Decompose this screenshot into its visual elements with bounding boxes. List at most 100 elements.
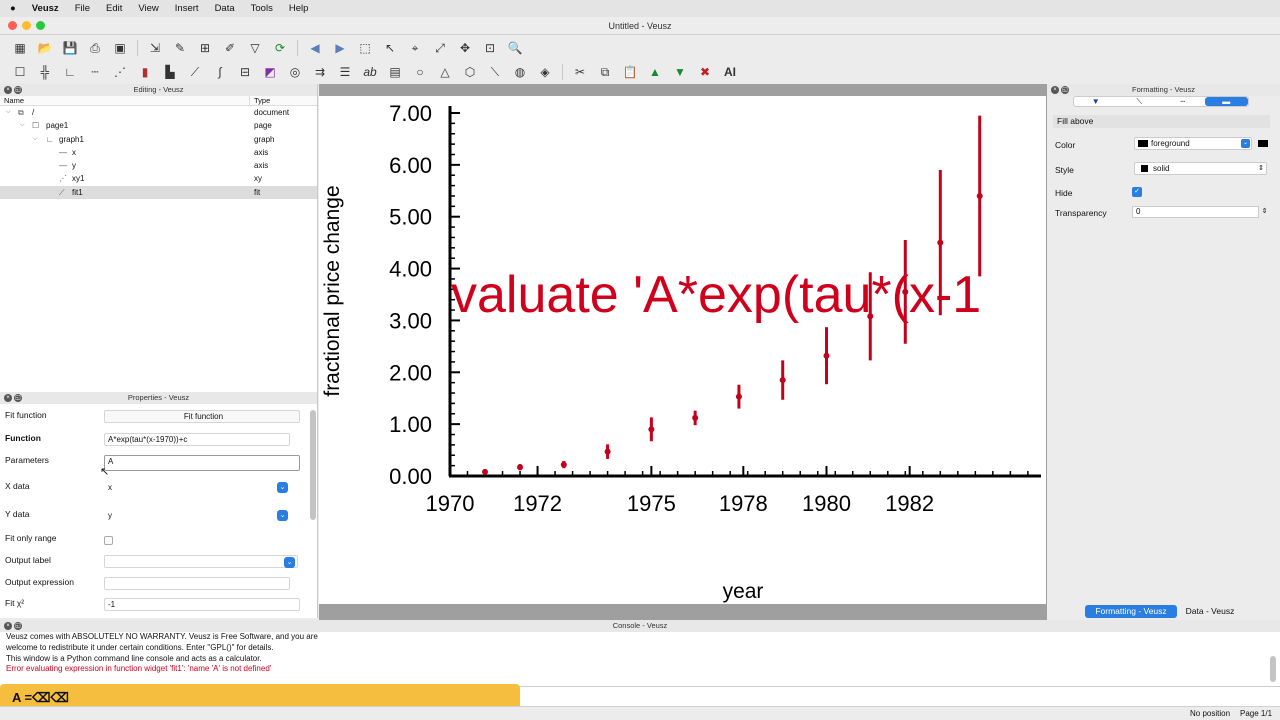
- marker-tab-icon[interactable]: ▼: [1074, 97, 1118, 106]
- tree-row-y[interactable]: — y axis: [0, 159, 317, 172]
- reload-icon[interactable]: ⟳: [272, 40, 288, 56]
- collapse-icon[interactable]: ⌵: [33, 133, 38, 146]
- line-tab-icon[interactable]: ⟍: [1118, 97, 1162, 106]
- add-key-icon[interactable]: ☰: [337, 64, 353, 80]
- float-panel-icon[interactable]: ◱: [14, 394, 22, 402]
- add-grid-icon[interactable]: ╬: [37, 64, 53, 80]
- add-shape-icon[interactable]: ◈: [537, 64, 553, 80]
- edit-data-icon[interactable]: ✎: [172, 40, 188, 56]
- copy-icon[interactable]: ⧉: [597, 64, 613, 80]
- add-histogram-icon[interactable]: ▙: [162, 64, 178, 80]
- errorbar-tab-icon[interactable]: ┄: [1161, 97, 1205, 106]
- add-page-icon[interactable]: ☐: [12, 64, 28, 80]
- menu-edit[interactable]: Edit: [106, 3, 122, 14]
- close-window-button[interactable]: [8, 21, 17, 30]
- float-panel-icon[interactable]: ◱: [14, 622, 22, 630]
- close-panel-icon[interactable]: ×: [4, 394, 12, 402]
- tree-row-graph1[interactable]: ⌵ ∟ graph1 graph: [0, 133, 317, 146]
- menu-view[interactable]: View: [138, 3, 158, 14]
- pointer-icon[interactable]: ↖: [382, 40, 398, 56]
- minimize-window-button[interactable]: [22, 21, 31, 30]
- close-panel-icon[interactable]: ×: [4, 622, 12, 630]
- menu-data[interactable]: Data: [215, 3, 235, 14]
- tree-col-type[interactable]: Type: [250, 96, 270, 105]
- move-down-icon[interactable]: ▼: [672, 64, 688, 80]
- move-up-icon[interactable]: ▲: [647, 64, 663, 80]
- add-bar-icon[interactable]: ▮: [137, 64, 153, 80]
- add-boxplot-icon[interactable]: ⊟: [237, 64, 253, 80]
- fit-function-button[interactable]: Fit function: [104, 410, 300, 423]
- add-xy-icon[interactable]: ⋰: [112, 64, 128, 80]
- tree-row-document[interactable]: ⌵ ⧉ / document: [0, 106, 317, 119]
- chart-svg[interactable]: 0.001.002.003.004.005.006.007.00 1970 197…: [319, 96, 1046, 604]
- output-expression-input[interactable]: [104, 577, 290, 590]
- cut-icon[interactable]: ✂: [572, 64, 588, 80]
- close-panel-icon[interactable]: ×: [4, 86, 12, 94]
- previous-page-icon[interactable]: ◀: [307, 40, 323, 56]
- float-panel-icon[interactable]: ◱: [14, 86, 22, 94]
- tab-formatting[interactable]: Formatting - Veusz: [1085, 605, 1177, 618]
- output-label-select[interactable]: ⌄: [104, 555, 298, 568]
- apple-icon[interactable]: ●: [10, 3, 16, 14]
- transparency-input[interactable]: 0: [1132, 206, 1259, 218]
- zoom-menu-icon[interactable]: 🔍: [507, 40, 523, 56]
- open-icon[interactable]: 📂: [37, 40, 53, 56]
- tree-col-name[interactable]: Name: [0, 96, 250, 105]
- menu-help[interactable]: Help: [289, 3, 309, 14]
- picker-icon[interactable]: ⌖: [407, 40, 423, 56]
- float-panel-icon[interactable]: ◱: [1061, 86, 1069, 94]
- add-fit-icon[interactable]: ⟋: [187, 64, 203, 80]
- add-polar-icon[interactable]: ◍: [512, 64, 528, 80]
- collapse-icon[interactable]: ⌵: [20, 119, 25, 132]
- zoom-graph-icon[interactable]: ⤢: [432, 40, 448, 56]
- menu-insert[interactable]: Insert: [175, 3, 199, 14]
- next-page-icon[interactable]: ▶: [332, 40, 348, 56]
- add-3d-icon[interactable]: ⬡: [462, 64, 478, 80]
- function-input[interactable]: A*exp(tau*(x-1970))+c: [104, 433, 290, 446]
- ydata-select[interactable]: y ⌄: [104, 509, 290, 522]
- filter-icon[interactable]: ▽: [247, 40, 263, 56]
- delete-icon[interactable]: ✖: [697, 64, 713, 80]
- menu-tools[interactable]: Tools: [251, 3, 273, 14]
- add-image-icon[interactable]: ◩: [262, 64, 278, 80]
- add-function-icon[interactable]: ∫: [212, 64, 228, 80]
- tree-row-fit1[interactable]: ⟋ fit1 fit: [0, 185, 317, 200]
- color-select[interactable]: foreground ⌄: [1134, 137, 1252, 150]
- tree-row-x[interactable]: — x axis: [0, 146, 317, 159]
- fit-chi2-input[interactable]: -1: [104, 598, 300, 611]
- fill-tab-icon[interactable]: ▬: [1204, 97, 1248, 106]
- capture-data-icon[interactable]: ✐: [222, 40, 238, 56]
- xdata-select[interactable]: x ⌄: [104, 481, 290, 494]
- hide-checkbox[interactable]: ✓: [1132, 187, 1142, 197]
- pan-icon[interactable]: ✥: [457, 40, 473, 56]
- add-contour-icon[interactable]: ◎: [287, 64, 303, 80]
- plot-page[interactable]: 0.00 1.00 2.00 3.00 4.00 5.00 6.00 7.00 1970 197…: [319, 96, 1046, 604]
- add-line-icon[interactable]: ⟍: [487, 64, 503, 80]
- menu-file[interactable]: File: [75, 3, 90, 14]
- tree-row-xy1[interactable]: ⋰ xy1 xy: [0, 172, 317, 185]
- menu-app[interactable]: Veusz: [32, 3, 59, 14]
- export-icon[interactable]: ▣: [112, 40, 128, 56]
- add-label-icon[interactable]: ab: [362, 64, 378, 80]
- add-polygon-icon[interactable]: △: [437, 64, 453, 80]
- select-icon[interactable]: ⬚: [357, 40, 373, 56]
- create-dataset-icon[interactable]: ⊞: [197, 40, 213, 56]
- parameters-input[interactable]: A: [104, 455, 300, 471]
- tree-row-page1[interactable]: ⌵ ☐ page1 page: [0, 119, 317, 132]
- add-ellipse-icon[interactable]: ○: [412, 64, 428, 80]
- add-vectorfield-icon[interactable]: ⇉: [312, 64, 328, 80]
- close-panel-icon[interactable]: ×: [1051, 86, 1059, 94]
- rename-icon[interactable]: AI: [722, 64, 738, 80]
- print-icon[interactable]: ⎙: [87, 40, 103, 56]
- new-document-icon[interactable]: ▦: [12, 40, 28, 56]
- fit-only-range-checkbox[interactable]: [104, 536, 113, 545]
- color-picker-button[interactable]: [1258, 140, 1268, 147]
- collapse-icon[interactable]: ⌵: [6, 106, 11, 119]
- style-select[interactable]: solid ⇕: [1134, 162, 1267, 175]
- tab-data[interactable]: Data - Veusz: [1179, 605, 1241, 618]
- console-scrollbar[interactable]: [1270, 656, 1276, 682]
- add-colorbar-icon[interactable]: ▤: [387, 64, 403, 80]
- save-icon[interactable]: 💾: [62, 40, 78, 56]
- zoom-window-button[interactable]: [36, 21, 45, 30]
- properties-scrollbar[interactable]: [310, 410, 316, 520]
